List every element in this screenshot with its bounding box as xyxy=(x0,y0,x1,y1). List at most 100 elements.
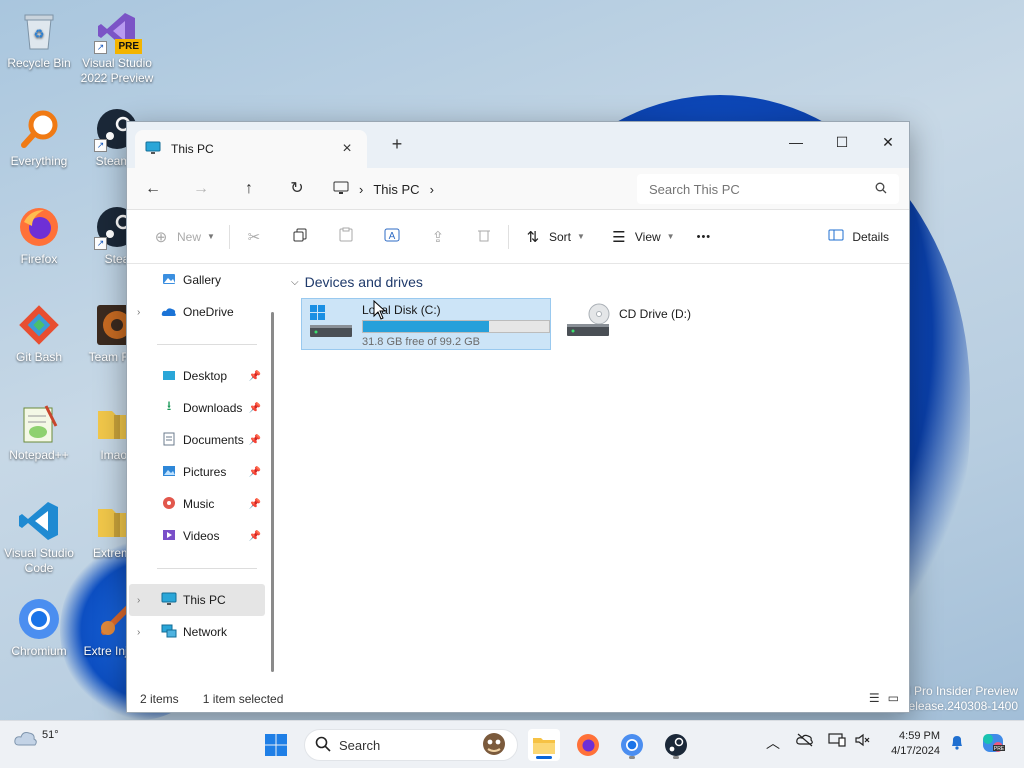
back-button[interactable]: ← xyxy=(139,178,167,202)
nav-label: Music xyxy=(183,497,215,511)
pin-icon[interactable]: 📌 xyxy=(249,467,261,478)
videos-icon xyxy=(159,529,179,544)
nav-item-this-pc[interactable]: › This PC xyxy=(129,584,265,616)
refresh-button[interactable]: ↻ xyxy=(283,178,311,202)
chevron-right-icon[interactable]: › xyxy=(137,307,140,318)
nav-item-desktop[interactable]: Desktop 📌 xyxy=(129,360,265,392)
desktop-icon-notepadpp[interactable]: Notepad++ xyxy=(0,400,78,463)
nav-item-music[interactable]: Music 📌 xyxy=(129,488,265,520)
drive-tile-c[interactable]: Local Disk (C:) 31.8 GB free of 99.2 GB xyxy=(301,298,551,350)
onedrive-tray-icon[interactable] xyxy=(794,733,816,750)
chromium-icon xyxy=(16,596,62,642)
close-button[interactable]: ✕ xyxy=(865,128,911,158)
pin-icon[interactable]: 📌 xyxy=(249,435,261,446)
tab-close-icon[interactable]: × xyxy=(337,140,357,158)
clock[interactable]: 4:59 PM 4/17/2024 xyxy=(884,729,940,759)
taskbar-file-explorer[interactable] xyxy=(528,729,560,761)
view-button[interactable]: ☰ View ▼ xyxy=(603,221,681,253)
notepad-plus-plus-icon xyxy=(16,400,62,446)
taskbar-chromium[interactable] xyxy=(616,729,648,761)
desktop-icon-label: Firefox xyxy=(20,252,58,266)
new-tab-button[interactable]: + xyxy=(385,134,409,155)
explorer-body: Gallery › OneDrive Desktop 📌 ⭳ Downloads… xyxy=(127,264,909,686)
tiles-view-icon[interactable]: ▭ xyxy=(888,691,899,705)
pin-icon[interactable]: 📌 xyxy=(249,371,261,382)
copy-button[interactable] xyxy=(284,221,316,253)
nav-item-network[interactable]: › Network xyxy=(129,616,265,648)
weather-temp: 51° xyxy=(42,729,59,741)
chevron-right-icon[interactable]: › xyxy=(137,595,140,606)
command-bar: ⊕ New ▼ ✂ A ⇪ ⇅ Sort ▼ ☰ View ▼ ••• Deta… xyxy=(127,210,909,264)
nav-item-pictures[interactable]: Pictures 📌 xyxy=(129,456,265,488)
nav-item-downloads[interactable]: ⭳ Downloads 📌 xyxy=(129,392,265,424)
paste-button[interactable] xyxy=(330,221,362,253)
desktop-icon-chromium[interactable]: Chromium xyxy=(0,596,78,659)
running-indicator xyxy=(673,756,679,759)
copy-icon xyxy=(290,228,310,246)
clock-time: 4:59 PM xyxy=(899,730,940,742)
notification-bell-icon[interactable] xyxy=(946,734,968,753)
nav-item-gallery[interactable]: Gallery xyxy=(129,264,265,296)
pin-icon[interactable]: 📌 xyxy=(249,499,261,510)
nav-item-documents[interactable]: Documents 📌 xyxy=(129,424,265,456)
desktop-icon-label: Everything xyxy=(10,154,68,168)
nav-label: This PC xyxy=(183,593,226,607)
search-input[interactable] xyxy=(649,181,875,197)
nav-item-onedrive[interactable]: › OneDrive xyxy=(129,296,265,328)
delete-button[interactable] xyxy=(468,221,500,253)
svg-text:A: A xyxy=(389,231,396,242)
pin-icon[interactable]: 📌 xyxy=(249,403,261,414)
divider xyxy=(228,224,230,249)
desktop-icon-everything[interactable]: Everything xyxy=(0,106,78,169)
details-view-icon[interactable]: ☰ xyxy=(869,691,880,705)
desktop-icon-recycle-bin[interactable]: ♻ Recycle Bin xyxy=(0,8,78,71)
desktop-icon-visual-studio[interactable]: PRE ↗ Visual Studio 2022 Preview xyxy=(78,8,156,86)
desktop-icon-firefox[interactable]: Firefox xyxy=(0,204,78,267)
rename-button[interactable]: A xyxy=(376,221,408,253)
windows-logo-icon xyxy=(265,734,287,756)
new-button[interactable]: ⊕ New ▼ xyxy=(145,221,221,253)
everything-search-icon xyxy=(16,106,62,152)
show-hidden-icons-button[interactable]: ︿ xyxy=(762,733,784,753)
taskbar-firefox[interactable] xyxy=(572,729,604,761)
nav-item-videos[interactable]: Videos 📌 xyxy=(129,520,265,552)
drive-name: Local Disk (C:) xyxy=(362,303,441,317)
desktop-icon-vscode[interactable]: Visual Studio Code xyxy=(0,498,78,576)
chevron-right-icon[interactable]: › xyxy=(137,627,140,638)
maximize-button[interactable]: ☐ xyxy=(819,128,865,158)
folder-icon xyxy=(533,738,555,754)
drive-tile-d[interactable]: CD Drive (D:) xyxy=(559,298,759,350)
breadcrumb-item[interactable]: This PC xyxy=(373,182,419,197)
divider xyxy=(157,344,257,345)
tab-this-pc[interactable]: This PC × xyxy=(135,130,367,168)
cut-button[interactable]: ✂ xyxy=(238,221,270,253)
sort-button[interactable]: ⇅ Sort ▼ xyxy=(517,221,591,253)
taskbar-steam[interactable] xyxy=(660,729,692,761)
mouse-cursor-icon xyxy=(373,300,387,320)
breadcrumb[interactable]: › This PC › xyxy=(333,174,623,204)
volume-muted-icon[interactable] xyxy=(852,733,874,750)
start-button[interactable] xyxy=(260,729,292,761)
pin-icon[interactable]: 📌 xyxy=(249,531,261,542)
copilot-icon[interactable]: PRE xyxy=(980,731,1006,758)
forward-button[interactable]: → xyxy=(187,178,215,202)
minimize-button[interactable]: — xyxy=(773,128,819,158)
up-button[interactable]: ↑ xyxy=(235,178,263,202)
taskbar-search[interactable]: Search xyxy=(304,729,518,761)
weather-widget[interactable]: 51° xyxy=(14,729,59,750)
more-options-button[interactable]: ••• xyxy=(691,221,718,253)
navpane-scrollbar[interactable] xyxy=(271,312,274,672)
details-pane-button[interactable]: Details xyxy=(820,221,895,253)
shortcut-arrow-icon: ↗ xyxy=(94,237,107,250)
desktop-icon-git-bash[interactable]: Git Bash xyxy=(0,302,78,365)
group-header[interactable]: ⌵ Devices and drives xyxy=(291,274,423,290)
search-box[interactable] xyxy=(637,174,899,204)
desktop-icon xyxy=(159,369,179,384)
share-button[interactable]: ⇪ xyxy=(422,221,454,253)
more-icon: ••• xyxy=(696,230,712,243)
cloud-icon xyxy=(14,729,38,750)
chevron-right-icon[interactable]: › xyxy=(430,182,434,197)
drive-info: Local Disk (C:) 31.8 GB free of 99.2 GB xyxy=(362,303,550,348)
network-tray-icon[interactable] xyxy=(826,733,848,750)
divider xyxy=(507,224,509,249)
